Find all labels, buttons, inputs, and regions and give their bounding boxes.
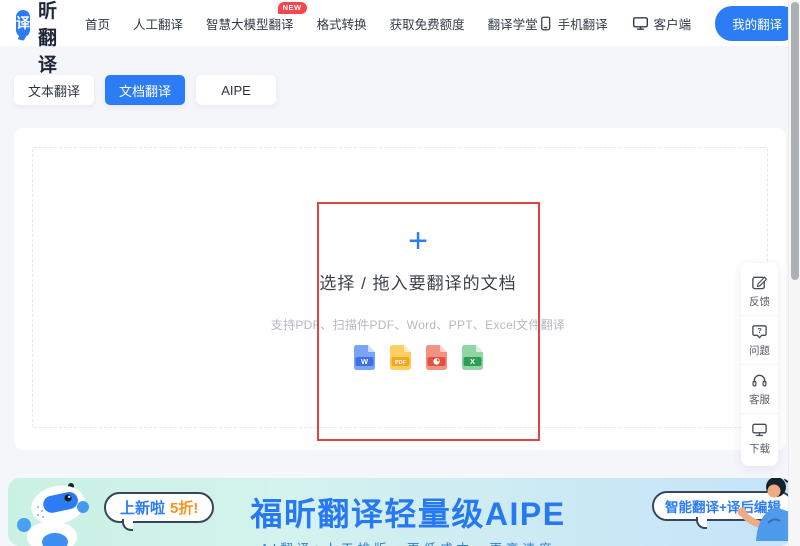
download-label: 下载 xyxy=(749,441,770,456)
download-button[interactable]: 下载 xyxy=(741,413,778,462)
tab-aipe[interactable]: AIPE xyxy=(196,75,276,105)
feedback-edit-icon xyxy=(751,274,768,291)
phone-icon xyxy=(538,15,553,32)
plus-icon[interactable]: + xyxy=(51,226,785,256)
mobile-translate-label: 手机翻译 xyxy=(558,14,608,33)
upload-title[interactable]: 选择 / 拖入要翻译的文档 xyxy=(51,269,785,294)
banner-text-block: 福昕翻译轻量级AIPE AI翻译+人工排版，更低成本、更高速度 xyxy=(250,489,565,546)
banner-title: 福昕翻译轻量级AIPE xyxy=(250,489,565,535)
tab-document-translate[interactable]: 文档翻译 xyxy=(105,75,185,105)
feedback-button[interactable]: 反馈 xyxy=(741,267,778,315)
questions-label: 问题 xyxy=(749,343,770,358)
promo-prefix: 上新啦 xyxy=(120,497,165,518)
svg-text:X: X xyxy=(469,357,474,366)
nav-item-human-translation[interactable]: 人工翻译 xyxy=(133,14,183,33)
new-badge: NEW xyxy=(278,2,307,14)
nav-item-llm-translation[interactable]: 智慧大模型翻译 NEW xyxy=(206,14,294,33)
banner-subtitle: AI翻译+人工排版，更低成本、更高速度 xyxy=(250,538,565,546)
question-bubble-icon: ? xyxy=(751,323,768,340)
svg-text:PDF: PDF xyxy=(395,360,407,366)
customer-service-label: 客服 xyxy=(749,392,770,407)
promo-discount: 5折! xyxy=(170,497,198,518)
supported-formats-hint: 支持PDF、扫描件PDF、Word、PPT、Excel文件翻译 xyxy=(51,316,785,333)
excel-file-icon: X xyxy=(461,345,484,370)
upload-card: + 选择 / 拖入要翻译的文档 支持PDF、扫描件PDF、Word、PPT、Ex… xyxy=(14,128,786,450)
nav-item-free-quota[interactable]: 获取免费额度 xyxy=(390,14,465,33)
person-illustration xyxy=(734,478,792,546)
svg-text:W: W xyxy=(360,357,368,366)
floating-side-toolbar: 反馈 ? 问题 客服 下载 xyxy=(741,263,778,466)
tab-text-translate[interactable]: 文本翻译 xyxy=(14,75,94,105)
file-type-icons: W PDF xyxy=(51,345,785,370)
promo-banner[interactable]: 上新啦 5折! 福昕翻译轻量级AIPE AI翻译+人工排版，更低成本、更高速度 … xyxy=(8,478,792,546)
desktop-client-link[interactable]: 客户端 xyxy=(632,14,692,33)
monitor-icon xyxy=(632,15,649,32)
logo-speech-bubble-icon: 译 xyxy=(16,10,30,37)
nav-item-llm-translation-label: 智慧大模型翻译 xyxy=(206,18,294,32)
word-file-icon: W xyxy=(353,345,376,370)
ppt-file-icon xyxy=(425,345,448,370)
header-utility: 手机翻译 客户端 我的翻译 xyxy=(538,6,800,41)
feedback-label: 反馈 xyxy=(749,294,770,309)
download-client-icon xyxy=(751,421,768,438)
scrollbar-thumb[interactable] xyxy=(791,2,799,280)
robot-mascot-illustration xyxy=(14,480,106,546)
headset-icon xyxy=(751,372,768,389)
mobile-translate-link[interactable]: 手机翻译 xyxy=(538,14,608,33)
customer-service-button[interactable]: 客服 xyxy=(741,364,778,413)
upload-dropzone[interactable]: + 选择 / 拖入要翻译的文档 支持PDF、扫描件PDF、Word、PPT、Ex… xyxy=(32,147,768,428)
brand-name: 福昕翻译 xyxy=(38,0,71,77)
header: 译 福昕翻译 首页 人工翻译 智慧大模型翻译 NEW 格式转换 获取免费额度 翻… xyxy=(0,0,800,46)
translate-mode-tabs: 文本翻译 文档翻译 AIPE xyxy=(14,75,800,105)
nav-item-translation-school[interactable]: 翻译学堂 xyxy=(488,14,538,33)
nav-item-home[interactable]: 首页 xyxy=(85,14,110,33)
main-nav: 首页 人工翻译 智慧大模型翻译 NEW 格式转换 获取免费额度 翻译学堂 xyxy=(85,14,538,33)
svg-text:?: ? xyxy=(757,326,762,335)
vertical-scrollbar[interactable] xyxy=(788,0,800,546)
nav-item-format-convert[interactable]: 格式转换 xyxy=(317,14,367,33)
my-translations-button[interactable]: 我的翻译 xyxy=(715,6,799,41)
pdf-file-icon: PDF xyxy=(389,345,412,370)
page: 译 福昕翻译 首页 人工翻译 智慧大模型翻译 NEW 格式转换 获取免费额度 翻… xyxy=(0,0,800,546)
questions-button[interactable]: ? 问题 xyxy=(741,315,778,364)
promo-discount-bubble: 上新啦 5折! xyxy=(104,492,214,523)
desktop-client-label: 客户端 xyxy=(654,14,692,33)
brand-logo[interactable]: 译 福昕翻译 xyxy=(16,0,71,77)
upload-content: + 选择 / 拖入要翻译的文档 支持PDF、扫描件PDF、Word、PPT、Ex… xyxy=(51,226,785,370)
